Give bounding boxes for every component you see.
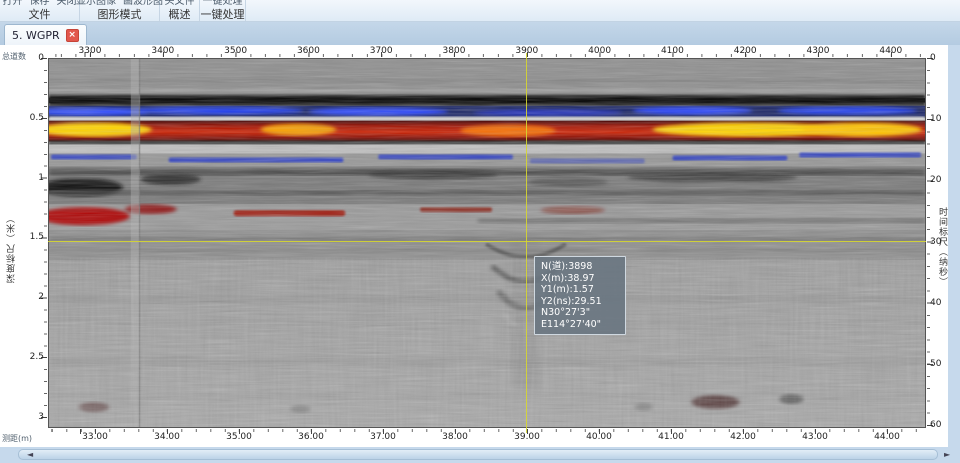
tooltip-line: Y2(ns):29.51 xyxy=(541,296,619,308)
axis-tick-label: 0.5 xyxy=(18,113,44,123)
crosshair-vertical-line xyxy=(526,53,527,433)
crosshair-horizontal-line xyxy=(48,241,926,242)
tooltip-line: N30°27'3" xyxy=(541,307,619,319)
gpr-app-window: 打开保存关闭 文件 显示图像画波形图 图形模式 头文件 概述 一键处理 一键处理… xyxy=(0,0,960,463)
tooltip-line: N(道):3898 xyxy=(541,261,619,273)
axis-tick-label: 4400 xyxy=(879,46,902,56)
bottom-axis-distance-labels: 33.00 34.00 35.00 36.00 37.00 38.00 39.00 40.00… xyxy=(0,432,948,442)
close-icon[interactable]: × xyxy=(66,29,79,42)
axis-tick-label: 43.00 xyxy=(802,432,828,442)
ribbon-group-label: 一键处理 xyxy=(201,8,245,21)
axis-tick-label: 38.00 xyxy=(442,432,468,442)
axis-tick-label: 40 xyxy=(930,298,941,308)
axis-tick-label: 40.00 xyxy=(586,432,612,442)
scrollbar-thumb[interactable] xyxy=(18,449,938,460)
ribbon-group-file: 打开保存关闭 文件 xyxy=(0,0,80,21)
axis-tick-label: 3600 xyxy=(297,46,320,56)
top-axis-trace-labels: 3300340035003600370038003900400041004200… xyxy=(0,46,948,56)
ribbon-group-graphic-mode: 显示图像画波形图 图形模式 xyxy=(80,0,160,21)
ribbon-button[interactable]: 一键处理 xyxy=(203,0,243,8)
ribbon-file-buttons: 打开保存关闭 xyxy=(3,0,77,8)
tab-bar: 5. WGPR × xyxy=(0,22,960,45)
ribbon-button[interactable]: 保存 xyxy=(30,0,50,8)
tab-title: 5. WGPR xyxy=(12,29,60,42)
radargram-image xyxy=(49,59,925,427)
axis-tick-label: 37.00 xyxy=(370,432,396,442)
ribbon-button[interactable]: 头文件 xyxy=(165,0,195,8)
axis-tick-label: 0 xyxy=(930,53,936,63)
time-axis-title: 时间标尺（纳秒） xyxy=(936,207,949,287)
axis-tick-label: 3400 xyxy=(151,46,174,56)
ribbon-toolbar: 打开保存关闭 文件 显示图像画波形图 图形模式 头文件 概述 一键处理 一键处理 xyxy=(0,0,960,22)
scroll-right-arrow-icon[interactable]: ► xyxy=(944,450,950,459)
horizontal-scrollbar[interactable]: ◄ ► xyxy=(0,447,960,462)
axis-tick-label: 1 xyxy=(18,173,44,183)
ribbon-button[interactable]: 关闭 xyxy=(57,0,77,8)
axis-tick-label: 4100 xyxy=(661,46,684,56)
axis-tick-label: 4000 xyxy=(588,46,611,56)
axis-tick-label: 35.00 xyxy=(226,432,252,442)
tooltip-line: X(m):38.97 xyxy=(541,273,619,285)
ribbon-button[interactable]: 画波形图 xyxy=(123,0,163,8)
axis-tick-label: 2.5 xyxy=(18,352,44,362)
ribbon-button[interactable]: 打开 xyxy=(3,0,23,8)
scroll-left-arrow-icon[interactable]: ◄ xyxy=(27,450,33,459)
axis-tick-label: 33.00 xyxy=(82,432,108,442)
axis-tick-label: 60 xyxy=(930,420,941,430)
tooltip-line: E114°27'40" xyxy=(541,319,619,331)
axis-tick-label: 3800 xyxy=(443,46,466,56)
axis-tick-label: 3700 xyxy=(370,46,393,56)
tooltip-line: Y1(m):1.57 xyxy=(541,284,619,296)
axis-tick-label: 2 xyxy=(18,292,44,302)
ribbon-group-overview: 头文件 概述 xyxy=(160,0,200,21)
ribbon-overview-buttons: 头文件 xyxy=(165,0,195,8)
axis-tick-label: 0 xyxy=(18,53,44,63)
axis-tick-label: 3300 xyxy=(79,46,102,56)
ribbon-button[interactable]: 显示图像 xyxy=(76,0,116,8)
axis-tick-label: 20 xyxy=(930,175,941,185)
axis-tick-label: 42.00 xyxy=(730,432,756,442)
axis-tick-label: 50 xyxy=(930,359,941,369)
axis-tick-label: 4200 xyxy=(734,46,757,56)
axis-tick-label: 41.00 xyxy=(658,432,684,442)
ribbon-onekey-buttons: 一键处理 xyxy=(203,0,243,8)
depth-axis-title: 深度标尺（米） xyxy=(5,213,18,283)
axis-tick-label: 34.00 xyxy=(154,432,180,442)
ribbon-group-label: 概述 xyxy=(169,8,191,21)
radargram-canvas[interactable] xyxy=(48,58,926,428)
axis-tick-label: 3500 xyxy=(224,46,247,56)
axis-tick-label: 10 xyxy=(930,114,941,124)
ribbon-graphic-buttons: 显示图像画波形图 xyxy=(76,0,163,8)
axis-tick-label: 1.5 xyxy=(18,232,44,242)
measurement-tooltip: N(道):3898X(m):38.97Y1(m):1.57Y2(ns):29.5… xyxy=(534,256,626,335)
axis-tick-label: 44.00 xyxy=(874,432,900,442)
axis-tick-label: 36.00 xyxy=(298,432,324,442)
axis-tick-label: 3 xyxy=(18,412,44,422)
radargram-workspace: 总道数 测距(m) 330034003500360037003800390040… xyxy=(0,45,948,447)
left-axis-depth-labels: 0 0.5 1 1.5 2 2.5 3 xyxy=(18,45,44,447)
ribbon-group-label: 文件 xyxy=(29,8,51,21)
tab-wgpr[interactable]: 5. WGPR × xyxy=(4,24,87,45)
axis-tick-label: 39.00 xyxy=(514,432,540,442)
axis-tick-label: 4300 xyxy=(807,46,830,56)
ribbon-group-label: 图形模式 xyxy=(98,8,142,21)
ribbon-group-one-key: 一键处理 一键处理 xyxy=(200,0,246,21)
